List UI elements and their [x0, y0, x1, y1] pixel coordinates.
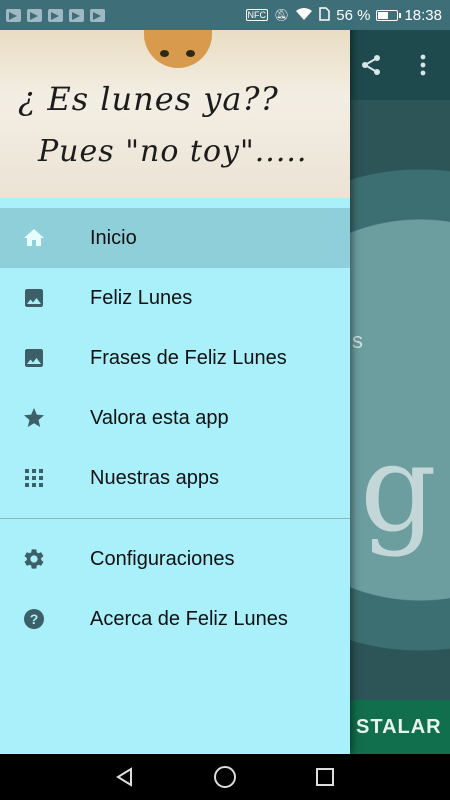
image-icon [22, 346, 46, 370]
help-icon: ? [22, 607, 46, 631]
menu-item-configuraciones[interactable]: Configuraciones [0, 529, 350, 589]
recent-square-icon [316, 768, 334, 786]
notification-icon [69, 8, 84, 22]
share-button[interactable] [356, 50, 386, 80]
cat-illustration [138, 30, 218, 68]
menu-divider [0, 518, 350, 519]
menu-item-valora[interactable]: Valora esta app [0, 388, 350, 448]
menu-item-nuestras-apps[interactable]: Nuestras apps [0, 448, 350, 508]
drawer-header-image: ¿ Es lunes ya?? Pues "no toy"..... [0, 30, 350, 198]
menu-item-label: Configuraciones [90, 547, 235, 570]
install-button[interactable]: STALAR [350, 700, 450, 754]
home-icon [22, 226, 46, 250]
image-text: s [352, 328, 363, 353]
back-button[interactable] [110, 762, 140, 792]
menu-item-label: Valora esta app [90, 406, 229, 429]
clock: 18:38 [404, 6, 442, 24]
star-icon [22, 406, 46, 430]
notification-icon [90, 8, 105, 22]
svg-text:?: ? [30, 611, 39, 627]
home-button[interactable] [210, 762, 240, 792]
menu-item-label: Inicio [90, 226, 137, 249]
nfc-icon: NFC [245, 9, 269, 21]
navigation-drawer: ¿ Es lunes ya?? Pues "no toy"..... Inici… [0, 0, 350, 754]
menu-item-label: Frases de Feliz Lunes [90, 346, 287, 369]
header-caption-line2: Pues "no toy"..... [38, 134, 308, 169]
header-caption-line1: ¿ Es lunes ya?? [18, 80, 279, 118]
menu-item-inicio[interactable]: Inicio [0, 208, 350, 268]
notification-icon [48, 8, 63, 22]
wifi-icon [295, 7, 313, 24]
image-letter: g [360, 420, 437, 559]
status-bar: NFC 🔕︎ 56 % 18:38 [0, 0, 450, 30]
battery-percent: 56 % [336, 6, 371, 24]
notification-icons [0, 8, 105, 22]
recent-apps-button[interactable] [310, 762, 340, 792]
battery-icon [376, 9, 402, 21]
menu-item-acerca-de[interactable]: ? Acerca de Feliz Lunes [0, 589, 350, 649]
drawer-menu: Inicio Feliz Lunes Frases de Feliz Lunes… [0, 208, 350, 649]
apps-grid-icon [22, 466, 46, 490]
menu-item-label: Acerca de Feliz Lunes [90, 607, 288, 630]
menu-item-label: Nuestras apps [90, 466, 219, 489]
back-triangle-icon [116, 767, 132, 787]
notification-icon [27, 8, 42, 22]
image-icon [22, 286, 46, 310]
menu-item-label: Feliz Lunes [90, 286, 193, 309]
settings-gear-icon [22, 547, 46, 571]
notification-icon [6, 8, 21, 22]
home-circle-icon [214, 766, 236, 788]
share-icon [362, 55, 380, 75]
battery-fill [378, 11, 389, 19]
more-options-button[interactable] [408, 50, 438, 80]
mute-icon: 🔕︎ [274, 8, 290, 22]
more-vert-icon [420, 54, 426, 76]
system-navigation-bar [0, 754, 450, 800]
sim-icon [319, 6, 330, 24]
menu-item-feliz-lunes[interactable]: Feliz Lunes [0, 268, 350, 328]
menu-item-frases[interactable]: Frases de Feliz Lunes [0, 328, 350, 388]
